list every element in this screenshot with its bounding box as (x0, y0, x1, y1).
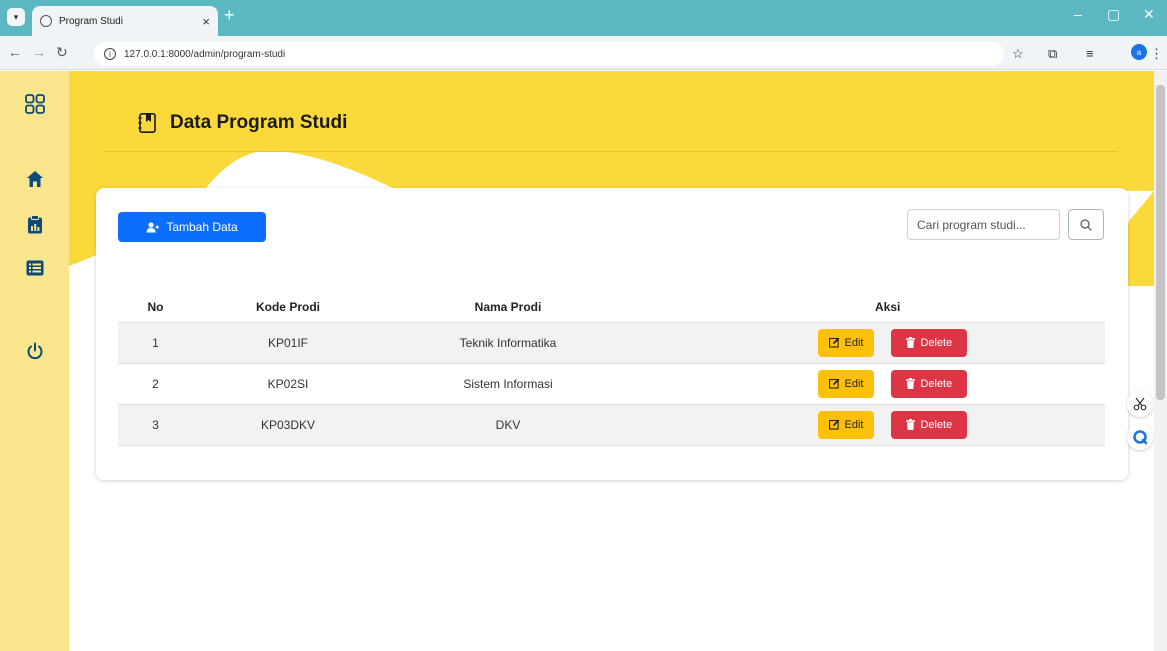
row-nama: Teknik Informatika (383, 321, 633, 363)
new-tab-button[interactable]: + (224, 5, 235, 26)
site-info-icon[interactable]: i (104, 48, 116, 60)
page-title: Data Program Studi (138, 112, 347, 134)
page-scrollbar[interactable] (1154, 71, 1167, 651)
edit-label: Edit (844, 377, 864, 390)
extensions-icon[interactable]: ⧉ (1048, 46, 1057, 62)
scrollbar-thumb[interactable] (1156, 85, 1165, 400)
back-icon[interactable]: ← (8, 44, 22, 60)
globe-icon (40, 15, 52, 27)
delete-button[interactable]: Delete (891, 369, 968, 398)
window-close-icon[interactable]: ✕ (1143, 6, 1155, 23)
address-bar-row: ← → ↻ i 127.0.0.1:8000/admin/program-stu… (0, 36, 1167, 70)
delete-button[interactable]: Delete (891, 328, 968, 357)
reload-icon[interactable]: ↻ (56, 44, 68, 61)
table-row: 2 KP02SI Sistem Informasi Edit Delete (118, 362, 1105, 404)
add-data-button[interactable]: Tambah Data (118, 212, 266, 242)
maximize-icon[interactable]: ▢ (1107, 6, 1120, 23)
forward-icon[interactable]: → (32, 44, 46, 60)
edit-button[interactable]: Edit (818, 410, 874, 439)
row-nama: Sistem Informasi (383, 362, 633, 404)
sidebar-item-dashboard[interactable] (0, 93, 69, 115)
clipboard-chart-icon (27, 215, 42, 234)
url-text: 127.0.0.1:8000/admin/program-studi (124, 48, 286, 60)
reading-list-icon[interactable]: ≡ (1086, 46, 1094, 61)
user-plus-icon (146, 221, 160, 232)
home-icon (26, 171, 43, 187)
add-data-label: Tambah Data (166, 220, 238, 234)
delete-label: Delete (920, 418, 953, 431)
edit-button[interactable]: Edit (818, 369, 874, 398)
chrome-menu-icon[interactable]: ⋮ (1150, 46, 1163, 62)
column-header-nama: Nama Prodi (474, 299, 542, 314)
tab-title: Program Studi (59, 15, 123, 27)
tab-search-button[interactable]: ▾ (7, 8, 25, 26)
sidebar-item-logout[interactable] (0, 342, 69, 360)
row-kode: KP03DKV (193, 403, 383, 446)
page-content: Data Program Studi Tambah Data No (0, 71, 1167, 651)
edit-label: Edit (844, 336, 864, 349)
browser-tab-bar: ▾ Program Studi × + – ▢ ✕ (0, 0, 1167, 36)
row-no: 1 (118, 321, 193, 363)
header-divider (104, 151, 1118, 152)
scissors-glyph (1133, 397, 1147, 411)
sidebar (0, 71, 69, 651)
program-studi-table: No Kode Prodi Nama Prodi Aksi 1 KP01IF T… (118, 292, 1105, 446)
column-header-aksi: Aksi (875, 299, 901, 314)
browser-tab[interactable]: Program Studi × (32, 6, 218, 36)
profile-avatar[interactable]: a (1131, 44, 1147, 60)
search-button[interactable] (1068, 209, 1104, 240)
trash-icon (906, 419, 916, 430)
table-row: 1 KP01IF Teknik Informatika Edit Delete (118, 321, 1105, 363)
minimize-icon[interactable]: – (1074, 6, 1082, 22)
edit-label: Edit (844, 418, 864, 431)
page-title-text: Data Program Studi (170, 112, 348, 133)
sidebar-item-home[interactable] (0, 170, 69, 188)
trash-icon (906, 378, 916, 389)
search-input[interactable] (907, 209, 1060, 240)
row-actions: Edit Delete (633, 362, 1105, 404)
tab-close-icon[interactable]: × (202, 14, 210, 29)
edit-button[interactable]: Edit (818, 328, 874, 357)
data-card: Tambah Data No Kode Prodi Nama Prodi Aks… (96, 188, 1128, 480)
assistant-icon[interactable] (1127, 424, 1153, 450)
bookmark-star-icon[interactable]: ☆ (1012, 46, 1024, 62)
row-nama: DKV (383, 403, 633, 446)
scissors-icon[interactable] (1127, 391, 1153, 417)
list-icon (26, 260, 43, 276)
column-header-kode: Kode Prodi (255, 299, 320, 314)
edit-icon (828, 337, 839, 348)
table-row: 3 KP03DKV DKV Edit Delete (118, 403, 1105, 446)
row-no: 2 (118, 362, 193, 404)
row-actions: Edit Delete (633, 403, 1105, 446)
url-bar[interactable]: i 127.0.0.1:8000/admin/program-studi (94, 42, 1004, 66)
table-header-row: No Kode Prodi Nama Prodi Aksi (118, 292, 1105, 322)
address-book-icon (138, 113, 156, 133)
row-actions: Edit Delete (633, 321, 1105, 363)
column-header-no: No (147, 299, 164, 314)
row-kode: KP01IF (193, 321, 383, 363)
sidebar-item-list[interactable] (0, 260, 69, 276)
delete-label: Delete (920, 336, 953, 349)
grid-icon (24, 94, 45, 114)
delete-button[interactable]: Delete (891, 410, 968, 439)
edit-icon (828, 378, 839, 389)
trash-icon (906, 337, 916, 348)
sidebar-item-reports[interactable] (0, 215, 69, 234)
row-kode: KP02SI (193, 362, 383, 404)
delete-label: Delete (920, 377, 953, 390)
edit-icon (828, 419, 839, 430)
row-no: 3 (118, 403, 193, 446)
search-icon (1080, 218, 1092, 231)
power-icon (27, 342, 42, 360)
assistant-glyph (1133, 430, 1148, 445)
